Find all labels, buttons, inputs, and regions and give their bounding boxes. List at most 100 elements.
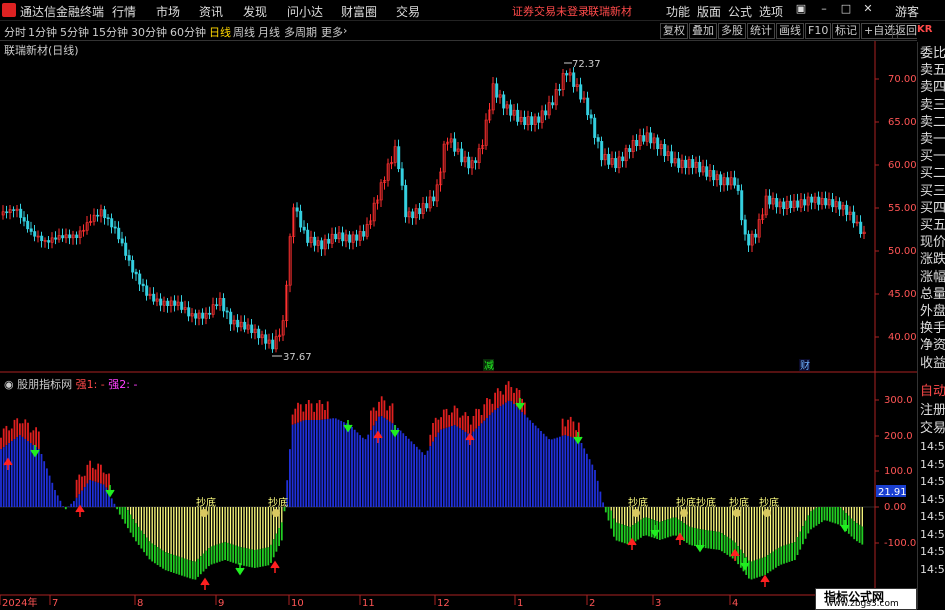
formula-menu[interactable]: 公式 [728,3,752,20]
main-y-tick: 45.00 [888,289,917,300]
skin-icon[interactable]: ▣ [795,3,807,15]
side-extra-item[interactable]: 交易 [920,421,945,437]
menu-item-ask[interactable]: 问小达 [287,3,323,20]
maximize-icon[interactable]: □ [840,3,852,15]
side-item[interactable]: 涨跌 [920,252,945,268]
bottom-signal-label: 抄底 [628,496,648,509]
x-axis-label: 1 [517,598,523,609]
mark-button[interactable]: 标记 [832,23,860,39]
period-daily[interactable]: 日线 [209,24,231,40]
indicator-line1: 强1: - [75,378,105,391]
side-item[interactable]: 卖五 [920,63,945,79]
period-60min[interactable]: 60分钟 [170,24,206,40]
watermark-url: www.zbgs3.com [826,599,899,609]
indicator-title: 股朋指标网 [17,378,73,391]
minimize-icon[interactable]: – [818,3,830,15]
high-price-label: 72.37 [572,59,601,70]
kr-label: KR [917,24,933,35]
menu-item-wealth[interactable]: 财富圈 [341,3,377,20]
f10-button[interactable]: F10 [805,23,832,39]
multi-stock-button[interactable]: 多股 [718,23,746,39]
x-axis-label: 4 [732,598,738,609]
period-weekly[interactable]: 周线 [233,24,255,40]
chevron-right-icon[interactable]: › [343,24,347,37]
period-5min[interactable]: 5分钟 [60,24,89,40]
side-extra-item[interactable]: 注册 [920,403,945,419]
side-item[interactable]: 外盘 [920,304,945,320]
function-menu[interactable]: 功能 [666,3,690,20]
x-axis-label: 7 [52,598,58,609]
side-item[interactable]: 涨幅 [920,270,945,286]
settings-icon[interactable]: ◉ [4,378,14,391]
x-axis-label: 9 [218,598,224,609]
indicator-line2: 强2: - [108,378,138,391]
finance-marker[interactable]: 财 [800,359,810,372]
indicator-y-tick: -100.0 [884,538,916,549]
side-item[interactable]: 买三 [920,184,945,200]
tick-time: 14:56 [920,510,945,523]
indicator-value-tag: 21.91 [878,487,907,498]
main-y-tick: 40.00 [888,332,917,343]
tick-time: 14:55 [920,475,945,488]
period-15min[interactable]: 15分钟 [92,24,128,40]
auto-toggle[interactable]: 自动 [920,384,945,400]
side-item[interactable]: 总量 [920,287,945,303]
indicator-y-tick: 0.00 [884,502,906,513]
side-item[interactable]: 委比 [920,46,945,62]
period-more[interactable]: 更多 [321,24,343,40]
side-item[interactable]: 卖四 [920,80,945,96]
side-item[interactable]: 买五 [920,218,945,234]
stats-button[interactable]: 统计 [747,23,775,39]
overlay-button[interactable]: 叠加 [689,23,717,39]
menu-item-discover[interactable]: 发现 [243,3,267,20]
period-timeshare[interactable]: 分时 [4,24,26,40]
side-item[interactable]: 卖二 [920,115,945,131]
main-y-tick: 65.00 [888,117,917,128]
reduce-marker[interactable]: 减 [484,360,494,372]
adjust-button[interactable]: 复权 [660,23,688,39]
side-item[interactable]: 换手 [920,321,945,337]
draw-line-button[interactable]: 画线 [776,23,804,39]
guest-user[interactable]: 游客 [895,3,919,20]
menu-item-market[interactable]: 市场 [156,3,180,20]
side-item[interactable]: 买四 [920,201,945,217]
side-item[interactable]: 收益 [920,356,945,372]
side-item[interactable]: 买二 [920,166,945,182]
tick-time: 14:56 [920,562,945,576]
period-30min[interactable]: 30分钟 [131,24,167,40]
menu-item-quotes[interactable]: 行情 [112,3,136,20]
period-1min[interactable]: 1分钟 [28,24,57,40]
side-item[interactable]: 卖三 [920,98,945,114]
kline-chart[interactable]: 70.0065.0060.0055.0050.0045.0040.00 72.3… [0,41,917,609]
period-toolbar: 分时 1分钟 5分钟 15分钟 30分钟 60分钟 日线 周线 月线 多周期 更… [0,21,945,41]
layout-menu[interactable]: 版面 [697,3,721,20]
x-axis-label: 2 [589,598,595,609]
x-axis-label: 8 [137,598,143,609]
bottom-signal-label: 抄底 [729,496,749,509]
close-icon[interactable]: ✕ [862,3,874,15]
indicator-y-tick: 200.0 [884,431,913,442]
period-monthly[interactable]: 月线 [258,24,280,40]
login-status[interactable]: 证券交易未登录 [512,3,589,19]
side-item[interactable]: 卖一 [920,132,945,148]
main-y-tick: 55.00 [888,203,917,214]
menu-item-trade[interactable]: 交易 [396,3,420,20]
side-item[interactable]: 净资 [920,338,945,354]
x-axis-label: 10 [291,598,304,609]
tick-time: 14:55 [920,440,945,453]
tick-time: 14:56 [920,527,945,541]
x-axis-label: 12 [437,598,450,609]
period-multi[interactable]: 多周期 [284,24,317,40]
title-bar: 通达信金融终端 行情 市场 资讯 发现 问小达 财富圈 交易 证券交易未登录 联… [0,0,945,21]
side-item[interactable]: 现价 [920,235,945,251]
bottom-signal-label: 抄底抄底 [676,496,716,509]
menu-item-news[interactable]: 资讯 [199,3,223,20]
main-y-tick: 50.00 [888,246,917,257]
app-logo-icon [2,3,16,17]
options-menu[interactable]: 选项 [759,3,783,20]
tick-time: 14:56 [920,545,945,558]
side-item[interactable]: 买一 [920,149,945,165]
back-button[interactable]: 返回 [892,23,920,39]
watermark: 指标公式网 www.zbgs3.com [815,588,917,610]
current-stock: 联瑞新材 [588,5,632,18]
